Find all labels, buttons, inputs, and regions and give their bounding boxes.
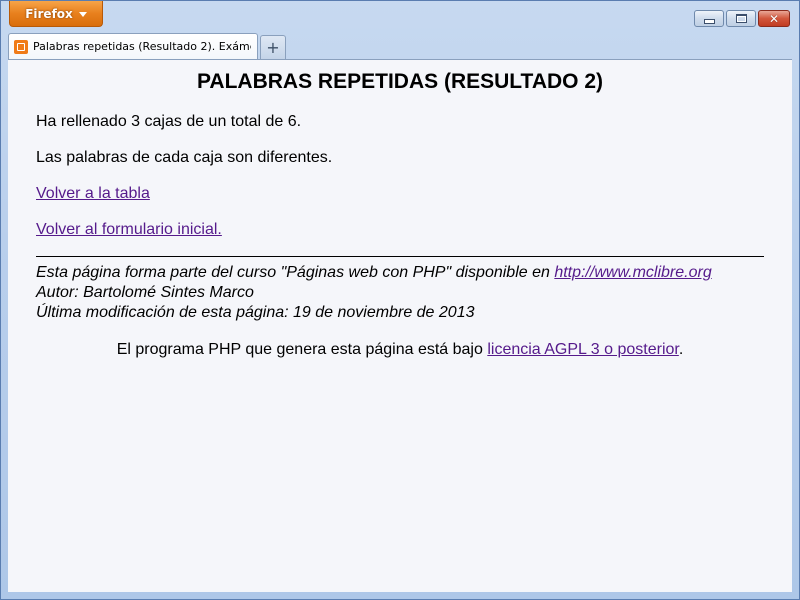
browser-window: Firefox ✕ Palabras repetidas (Resultado … (0, 0, 800, 600)
page-title: PALABRAS REPETIDAS (RESULTADO 2) (196, 70, 603, 93)
minimize-button[interactable] (694, 10, 724, 27)
footer-author: Autor: Bartolomé Sintes Marco (36, 284, 254, 301)
minimize-icon (703, 19, 715, 24)
license-link[interactable]: licencia AGPL 3 o posterior (487, 341, 679, 358)
footer-divider (36, 256, 764, 257)
maximize-icon (735, 14, 747, 23)
page-footer: Esta página forma parte del curso "Págin… (36, 263, 712, 323)
license-notice: El programa PHP que genera esta página e… (8, 341, 792, 359)
back-to-form-paragraph: Volver al formulario inicial. (36, 221, 222, 239)
footer-course-text: Esta página forma parte del curso "Págin… (36, 264, 555, 281)
close-icon: ✕ (768, 11, 780, 26)
back-to-table-link[interactable]: Volver a la tabla (36, 185, 150, 202)
mclibre-link[interactable]: http://www.mclibre.org (554, 264, 711, 281)
license-suffix: . (678, 341, 684, 358)
license-text: El programa PHP que genera esta página e… (116, 341, 488, 358)
dropdown-caret-icon (78, 11, 87, 17)
footer-last-modified: Última modificación de esta página: 19 d… (36, 304, 475, 321)
new-tab-button[interactable]: + (260, 35, 286, 59)
result-count-text: Ha rellenado 3 cajas de un total de 6. (36, 113, 302, 130)
plus-icon: + (266, 38, 280, 57)
footer-course-line: Esta página forma parte del curso "Págin… (36, 263, 712, 283)
firefox-menu-label: Firefox (25, 6, 73, 21)
page-content: PALABRAS REPETIDAS (RESULTADO 2) Ha rell… (8, 59, 792, 592)
close-button[interactable]: ✕ (758, 10, 790, 27)
firefox-menu-button[interactable]: Firefox (9, 1, 103, 27)
back-to-table-paragraph: Volver a la tabla (36, 185, 150, 203)
page-favicon-icon (14, 39, 28, 54)
tab-active[interactable]: Palabras repetidas (Resultado 2). Exámen… (8, 33, 258, 59)
maximize-button[interactable] (726, 10, 756, 27)
tab-strip: Palabras repetidas (Resultado 2). Exámen… (8, 33, 286, 59)
window-controls: ✕ (694, 10, 790, 27)
result-detail-text: Las palabras de cada caja son diferentes… (36, 149, 333, 166)
back-to-form-link[interactable]: Volver al formulario inicial. (36, 221, 222, 238)
tab-title: Palabras repetidas (Resultado 2). Exámen… (33, 40, 251, 53)
